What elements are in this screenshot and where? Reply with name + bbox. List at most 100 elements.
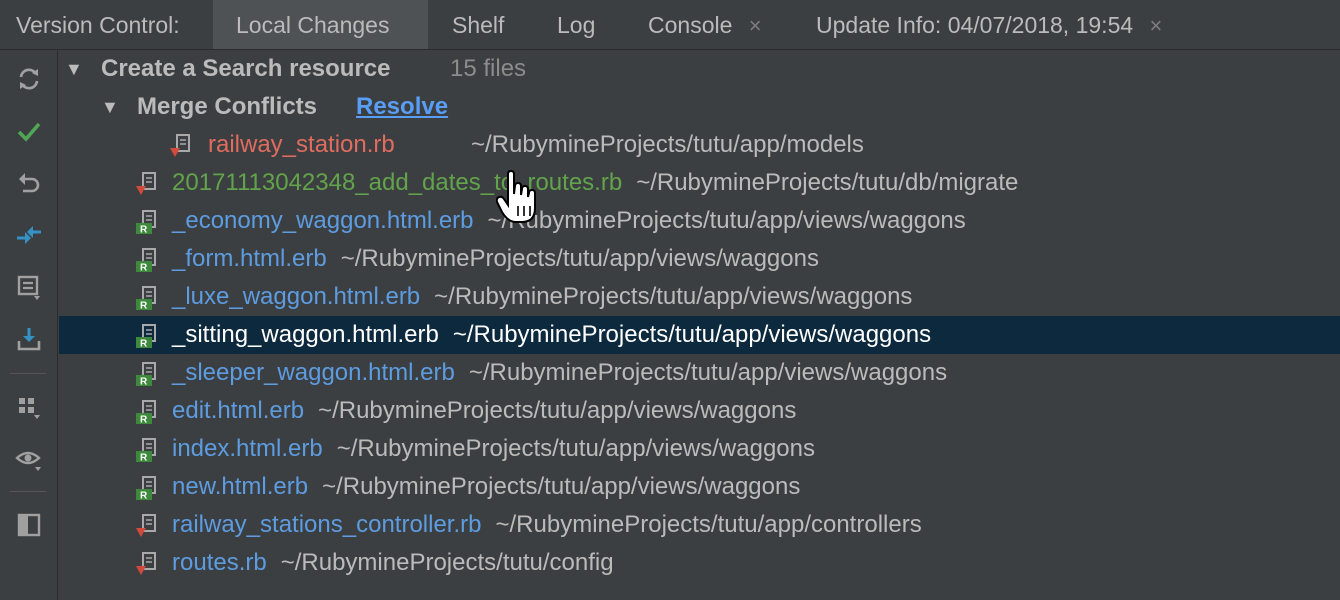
file-path: ~/RubymineProjects/tutu/app/views/waggon… xyxy=(336,435,816,462)
erb-file-icon: R xyxy=(136,286,156,312)
file-name: _sleeper_waggon.html.erb xyxy=(172,359,455,386)
file-path: ~/RubymineProjects/tutu/app/views/waggon… xyxy=(434,283,913,310)
diff-button[interactable] xyxy=(12,218,46,252)
tab-local-changes[interactable]: Local Changes xyxy=(213,0,428,49)
file-path: ~/RubymineProjects/tutu/app/views/waggon… xyxy=(340,245,819,272)
preview-diff-button[interactable] xyxy=(12,508,46,542)
group-by-button[interactable] xyxy=(12,390,46,424)
changelist-button[interactable] xyxy=(12,270,46,304)
file-path: ~/RubymineProjects/tutu/db/migrate xyxy=(636,169,1019,196)
file-path: ~/RubymineProjects/tutu/app/views/waggon… xyxy=(468,359,948,386)
file-name: index.html.erb xyxy=(172,435,323,462)
file-entry: 20171113042348_add_dates_to_routes.rb ~/R… xyxy=(172,164,1018,202)
file-name: _form.html.erb xyxy=(172,245,327,272)
merge-conflicts-label: Merge Conflicts xyxy=(137,93,318,120)
tab-label: Shelf xyxy=(452,12,505,38)
file-row[interactable]: R _sleeper_waggon.html.erb ~/RubymineProje… xyxy=(59,354,1340,392)
file-path: ~/RubymineProjects/tutu/app/controllers xyxy=(495,511,922,538)
rollback-button[interactable] xyxy=(12,166,46,200)
file-entry: _economy_waggon.html.erb ~/RubymineProjec… xyxy=(172,202,966,240)
erb-file-icon: R xyxy=(136,400,156,425)
left-toolbar xyxy=(0,50,58,600)
file-entry: routes.rb ~/RubymineProjects/tutu/config xyxy=(172,544,614,582)
svg-text:R: R xyxy=(140,453,148,464)
close-tab-icon[interactable]: × xyxy=(749,13,762,38)
file-path: ~/RubymineProjects/tutu/config xyxy=(280,549,614,576)
file-row[interactable]: R _form.html.erb ~/RubymineProjects/tutu/a… xyxy=(59,240,1340,278)
erb-file-icon: R xyxy=(136,476,156,502)
erb-file-icon: R xyxy=(136,438,156,464)
view-options-button[interactable] xyxy=(12,442,46,476)
file-name: 20171113042348_add_dates_to_routes.rb xyxy=(172,169,623,196)
svg-text:R: R xyxy=(140,225,148,236)
file-row[interactable]: Rindex.html.erb ~/RubymineProjects/tutu/a… xyxy=(59,430,1340,468)
file-row[interactable]: R _economy_waggon.html.erb ~/RubymineProje… xyxy=(59,202,1340,240)
file-path: ~/RubymineProjects/tutu/app/views/waggon… xyxy=(322,473,801,500)
tool-window-title: Version Control: xyxy=(16,12,180,38)
erb-file-icon: R xyxy=(136,362,156,388)
file-entry: _sitting_waggon.html.erb ~/RubymineProjec… xyxy=(172,316,931,354)
svg-text:R: R xyxy=(140,339,148,350)
file-name: _luxe_waggon.html.erb xyxy=(172,283,421,310)
resolve-link[interactable]: Resolve xyxy=(356,88,448,126)
ruby-file-icon xyxy=(136,514,156,537)
tab-label: Console xyxy=(648,12,733,38)
rollback-icon xyxy=(19,173,40,193)
commit-button[interactable] xyxy=(12,114,46,148)
expanded-arrow-icon[interactable]: ▼ xyxy=(101,88,119,126)
shelve-icon xyxy=(17,328,41,351)
svg-text:R: R xyxy=(140,377,148,388)
file-row[interactable]: R _luxe_waggon.html.erb ~/RubymineProjects… xyxy=(59,278,1340,316)
eye-icon xyxy=(15,451,41,471)
erb-file-icon: R xyxy=(136,248,156,274)
file-entry: edit.html.erb ~/RubymineProjects/tutu/app… xyxy=(172,392,796,430)
file-entry: _luxe_waggon.html.erb ~/RubymineProjects/… xyxy=(172,278,912,316)
file-name: edit.html.erb xyxy=(172,397,305,424)
tab-console[interactable]: Console × xyxy=(624,0,762,49)
file-entry: railway_stations_controller.rb ~/Rubymine… xyxy=(172,506,922,544)
shelve-button[interactable] xyxy=(12,322,46,356)
conflict-file-row[interactable]: railway_station.rb ~/RubymineProjects/tu… xyxy=(59,126,1340,164)
tab-update-info[interactable]: Update Info: 04/07/2018, 19:54 × xyxy=(794,0,1162,49)
svg-text:R: R xyxy=(140,263,148,274)
file-row[interactable]: R _sitting_waggon.html.erb ~/RubymineProje… xyxy=(59,316,1340,354)
expanded-arrow-icon[interactable]: ▼ xyxy=(65,50,83,88)
tool-window-header: Version Control: Local Changes Shelf Log… xyxy=(0,0,1340,50)
merge-conflicts-node[interactable]: ▼ Merge Conflicts Resolve xyxy=(59,88,1340,126)
changelist-icon xyxy=(17,275,40,300)
file-name: railway_station.rb xyxy=(208,131,395,158)
file-name: railway_stations_controller.rb xyxy=(172,511,482,538)
tab-label: Log xyxy=(557,12,596,38)
svg-text:R: R xyxy=(140,301,148,312)
toolbar-separator xyxy=(10,491,46,492)
file-row[interactable]: 20171113042348_add_dates_to_routes.rb ~/R… xyxy=(59,164,1340,202)
diff-icon xyxy=(17,226,41,244)
file-row[interactable]: railway_stations_controller.rb ~/Rubymine… xyxy=(59,506,1340,544)
refresh-button[interactable] xyxy=(12,62,46,96)
file-count: 15 files xyxy=(450,55,527,82)
file-entry: _sleeper_waggon.html.erb ~/RubymineProjec… xyxy=(172,354,947,392)
ruby-file-icon xyxy=(136,172,156,195)
erb-file-icon: R xyxy=(136,324,156,350)
file-name: _economy_waggon.html.erb xyxy=(172,207,474,234)
changelist-node[interactable]: ▼ Create a Search resource 15 files xyxy=(59,50,1340,88)
ruby-file-icon xyxy=(136,552,156,575)
file-entry: _form.html.erb ~/RubymineProjects/tutu/ap… xyxy=(172,240,819,278)
tab-log[interactable]: Log xyxy=(535,0,595,49)
file-row[interactable]: Redit.html.erb ~/RubymineProjects/tutu/ap… xyxy=(59,392,1340,430)
close-tab-icon[interactable]: × xyxy=(1150,13,1163,38)
file-row[interactable]: Rnew.html.erb ~/RubymineProjects/tutu/app… xyxy=(59,468,1340,506)
preview-panel-icon xyxy=(17,513,41,537)
changes-tree[interactable]: ▼ Create a Search resource 15 files ▼ Me… xyxy=(59,50,1340,600)
svg-text:R: R xyxy=(140,491,148,502)
toolbar-separator xyxy=(10,373,46,374)
tab-shelf[interactable]: Shelf xyxy=(428,0,504,49)
erb-file-icon: R xyxy=(136,210,156,236)
hand-cursor-icon xyxy=(496,170,536,223)
file-row[interactable]: routes.rb ~/RubymineProjects/tutu/config xyxy=(59,544,1340,582)
file-name: routes.rb xyxy=(172,549,267,576)
file-path: ~/RubymineProjects/tutu/app/views/waggon… xyxy=(487,207,966,234)
group-by-icon xyxy=(19,398,40,419)
refresh-icon xyxy=(19,68,39,90)
ruby-file-icon xyxy=(170,134,190,157)
